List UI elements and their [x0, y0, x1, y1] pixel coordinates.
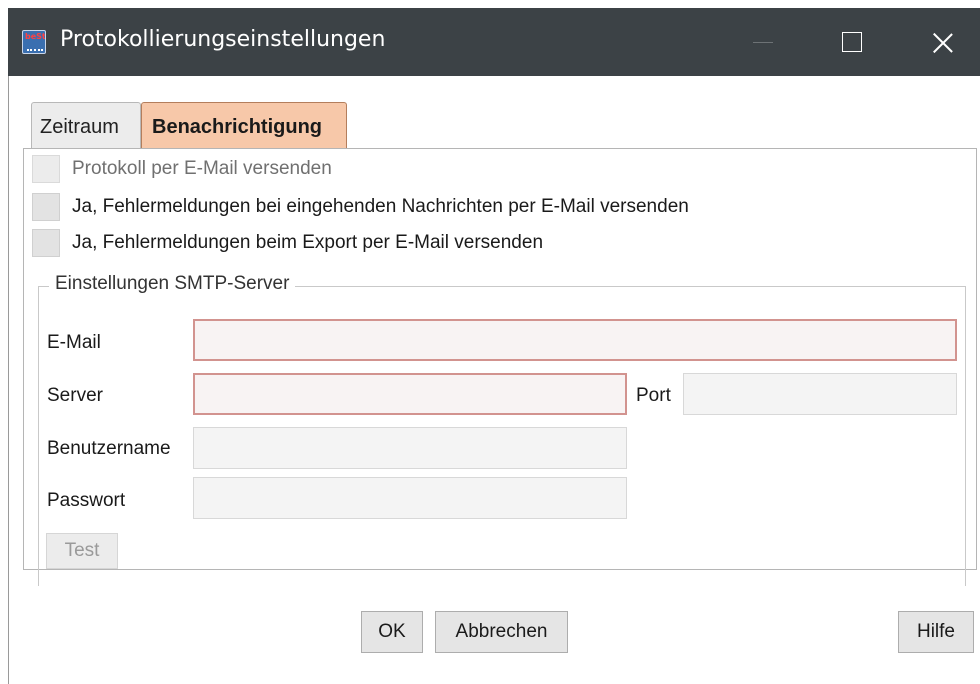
minimize-button[interactable]	[728, 8, 798, 76]
port-label: Port	[636, 385, 671, 406]
email-field[interactable]	[193, 319, 957, 361]
tab-benachrichtigung[interactable]: Benachrichtigung	[141, 102, 347, 148]
server-field[interactable]	[193, 373, 627, 415]
smtp-group-title: Einstellungen SMTP-Server	[49, 273, 296, 295]
maximize-icon	[842, 32, 862, 52]
app-icon-dots	[27, 43, 43, 51]
password-field[interactable]	[193, 477, 627, 519]
checkbox-fehler-eingehend[interactable]	[32, 193, 60, 221]
help-button[interactable]: Hilfe	[898, 611, 974, 653]
checkbox-label-protokoll-email: Protokoll per E-Mail versenden	[72, 158, 332, 179]
password-label: Passwort	[47, 490, 126, 511]
minimize-icon	[753, 42, 773, 43]
checkbox-label-fehler-eingehend: Ja, Fehlermeldungen bei eingehenden Nach…	[72, 196, 689, 217]
username-label: Benutzername	[47, 438, 171, 459]
title-bar[interactable]: beSt Protokollierungseinstellungen	[8, 8, 980, 76]
ok-button[interactable]: OK	[361, 611, 423, 653]
checkbox-protokoll-email[interactable]	[32, 155, 60, 183]
window-title: Protokollierungseinstellungen	[60, 27, 386, 52]
smtp-settings-group: Einstellungen SMTP-Server E-Mail Server …	[38, 273, 966, 586]
app-icon-text: beSt	[25, 32, 46, 41]
window-border	[8, 76, 9, 684]
checkbox-row-fehler-eingehend[interactable]: Ja, Fehlermeldungen bei eingehenden Nach…	[32, 193, 689, 221]
username-field[interactable]	[193, 427, 627, 469]
checkbox-label-fehler-export: Ja, Fehlermeldungen beim Export per E-Ma…	[72, 232, 544, 253]
tab-panel-benachrichtigung: Protokoll per E-Mail versenden Ja, Fehle…	[23, 148, 977, 586]
tab-zeitraum[interactable]: Zeitraum	[31, 102, 141, 148]
maximize-button[interactable]	[818, 8, 888, 76]
checkbox-row-protokoll-email[interactable]: Protokoll per E-Mail versenden	[32, 155, 332, 183]
app-icon[interactable]: beSt	[22, 30, 46, 54]
email-label: E-Mail	[47, 332, 101, 353]
server-label: Server	[47, 385, 103, 406]
cancel-button[interactable]: Abbrechen	[435, 611, 568, 653]
test-button[interactable]: Test	[46, 533, 118, 569]
checkbox-row-fehler-export[interactable]: Ja, Fehlermeldungen beim Export per E-Ma…	[32, 229, 543, 257]
port-field[interactable]	[683, 373, 957, 415]
checkbox-fehler-export[interactable]	[32, 229, 60, 257]
close-button[interactable]	[908, 8, 978, 76]
